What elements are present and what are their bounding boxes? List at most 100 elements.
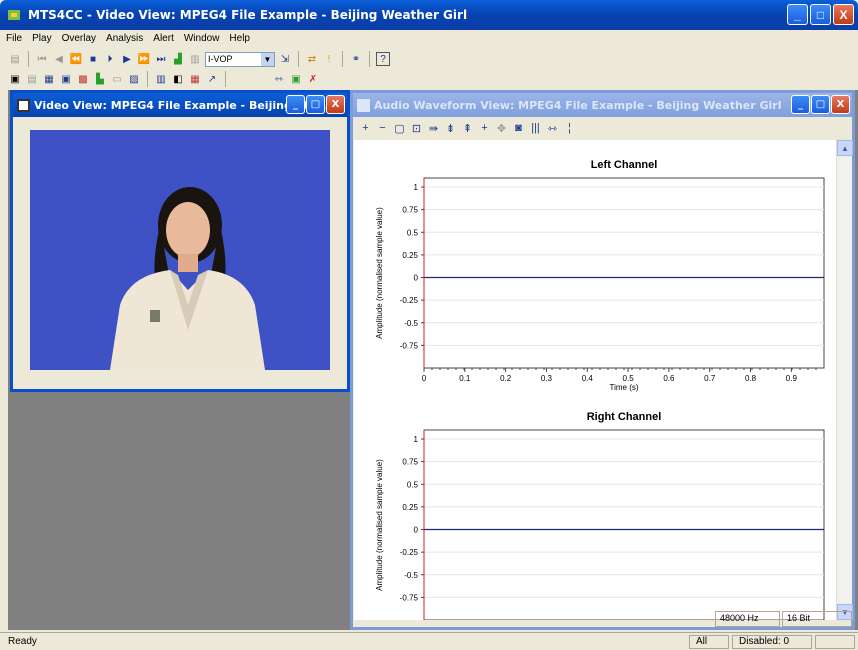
zoom-in-icon[interactable]: + — [359, 122, 372, 134]
video-view-window[interactable]: Video View: MPEG4 File Example - Beijing… — [10, 90, 350, 392]
page-icon[interactable]: ▢ — [393, 122, 406, 135]
crosshair-icon[interactable]: + — [478, 122, 491, 134]
plot-frame — [423, 177, 825, 369]
audio-view-window[interactable]: Audio Waveform View: MPEG4 File Example … — [350, 90, 855, 630]
play-icon[interactable]: ▶ — [120, 52, 134, 66]
forward-icon[interactable]: ⇛ — [427, 122, 440, 135]
audio-maximize-button[interactable]: □ — [811, 95, 830, 114]
menu-overlay[interactable]: Overlay — [62, 33, 96, 44]
range-icon[interactable]: ⇿ — [546, 122, 559, 135]
y-tick-label: -0.75 — [400, 341, 419, 350]
video-close-button[interactable]: X — [326, 95, 345, 114]
menu-play[interactable]: Play — [32, 33, 51, 44]
split-icon[interactable]: ◧ — [171, 72, 185, 86]
menu-file[interactable]: File — [6, 33, 22, 44]
bit-depth: 16 Bit — [782, 611, 852, 627]
audio-close-button[interactable]: X — [831, 95, 850, 114]
link-icon[interactable]: ⚭ — [349, 52, 363, 66]
video-minimize-button[interactable]: _ — [286, 95, 305, 114]
menu-window[interactable]: Window — [184, 33, 220, 44]
audio-toolbar: + − ▢ ⊡ ⇛ ⇟ ⇞ + ✥ ◙ ||| ⇿ ¦ — [353, 117, 852, 139]
maximize-button[interactable]: □ — [810, 4, 831, 25]
video-image — [30, 130, 330, 370]
minimize-button[interactable]: _ — [787, 4, 808, 25]
open-icon[interactable]: ▤ — [8, 52, 22, 66]
chart-right-channel: Right Channel 1 0.75 0.5 0.25 0 -0.25 -0.5 -0.75… — [375, 411, 825, 620]
edit-icon[interactable]: ✗ — [306, 72, 320, 86]
vop-select[interactable]: I-VOP ▼ — [205, 51, 275, 67]
list-view-icon[interactable]: ▤ — [25, 72, 39, 86]
playback-toolbar: ▤ ⏮ ◀ ⏪ ■ ⏵ ▶ ⏩ ⏭ ▟ ▥ I-VOP ▼ ⇲ ⇄ ! ⚭ ? — [0, 48, 858, 70]
video-frame[interactable] — [30, 130, 330, 370]
fit-icon[interactable]: ⊡ — [410, 122, 423, 135]
chart-icon[interactable]: ▟ — [171, 52, 185, 66]
alert-icon[interactable]: ! — [322, 52, 336, 66]
video-maximize-button[interactable]: □ — [306, 95, 325, 114]
rewind-start-icon[interactable]: ⏮ — [35, 52, 49, 66]
y-tick-label: 0.25 — [402, 251, 418, 260]
table-icon[interactable]: ▥ — [154, 72, 168, 86]
skip-end-icon[interactable]: ⏭ — [154, 52, 168, 66]
frame-back-icon[interactable]: ⏪ — [69, 52, 83, 66]
export-icon[interactable]: ▣ — [289, 72, 303, 86]
x-tick-label: 0.5 — [623, 374, 635, 383]
fast-forward-icon[interactable]: ⏩ — [137, 52, 151, 66]
grid-view-icon[interactable]: ▦ — [42, 72, 56, 86]
bars-icon[interactable]: ||| — [529, 122, 542, 134]
y-tick-label: 0 — [414, 526, 419, 535]
video-view-titlebar[interactable]: Video View: MPEG4 File Example - Beijing… — [13, 93, 347, 117]
frame-view-icon[interactable]: ▣ — [59, 72, 73, 86]
magnify-icon[interactable]: ◙ — [512, 122, 525, 134]
find-vop-icon[interactable]: ⇲ — [278, 52, 292, 66]
y-tick-label: 0.25 — [402, 503, 418, 512]
film-icon — [17, 98, 30, 112]
macroblock-icon[interactable]: ▩ — [76, 72, 90, 86]
waveform-area[interactable]: Left Channel 1 0.75 0.5 0.25 0 -0.25 -0.5 -0.75 0… — [354, 140, 840, 620]
bar-chart-icon[interactable]: ▙ — [93, 72, 107, 86]
layer-icon[interactable]: ▭ — [110, 72, 124, 86]
audio-view-titlebar[interactable]: Audio Waveform View: MPEG4 File Example … — [353, 93, 852, 117]
chevron-down-icon: ▼ — [261, 52, 274, 66]
range-icon[interactable]: ⇿ — [272, 72, 286, 86]
audio-statusbar: 48000 Hz 16 Bit — [353, 611, 852, 627]
y-tick-label: -0.5 — [404, 571, 418, 580]
vertical-scrollbar[interactable]: ▲ ▼ — [836, 140, 853, 620]
expand-icon[interactable]: ⇟ — [444, 122, 457, 135]
move-icon[interactable]: ✥ — [495, 122, 508, 135]
refresh-icon[interactable]: ⇄ — [305, 52, 319, 66]
y-tick-label: -0.25 — [400, 548, 419, 557]
plot-frame — [423, 429, 825, 620]
y-tick-label: -0.75 — [400, 593, 419, 602]
status-disabled: Disabled: 0 — [732, 634, 812, 649]
waveform-icon[interactable]: ▨ — [127, 72, 141, 86]
step-forward-icon[interactable]: ⏵ — [103, 52, 117, 66]
menu-alert[interactable]: Alert — [153, 33, 174, 44]
sample-rate: 48000 Hz — [715, 611, 780, 627]
zoom-out-icon[interactable]: − — [376, 122, 389, 134]
stop-icon[interactable]: ■ — [86, 52, 100, 66]
markers-icon[interactable]: ¦ — [563, 122, 576, 134]
scroll-up-icon[interactable]: ▲ — [837, 140, 853, 156]
video-view-icon[interactable]: ▣ — [8, 72, 22, 86]
y-tick-label: 0 — [414, 274, 419, 283]
menu-help[interactable]: Help — [229, 33, 250, 44]
x-tick-label: 0.6 — [663, 374, 675, 383]
x-tick-label: 0.4 — [582, 374, 594, 383]
y-tick-label: 1 — [414, 183, 419, 192]
heatmap-icon[interactable]: ▦ — [188, 72, 202, 86]
status-all: All — [689, 634, 729, 649]
y-tick-label: 0.5 — [407, 480, 419, 489]
x-tick-label: 0.3 — [541, 374, 553, 383]
vop-filter-icon[interactable]: ▥ — [188, 52, 202, 66]
collapse-icon[interactable]: ⇞ — [461, 122, 474, 135]
x-tick-label: 0.1 — [459, 374, 471, 383]
x-tick-label: 0.2 — [500, 374, 512, 383]
help-icon[interactable]: ? — [376, 52, 390, 66]
trend-icon[interactable]: ↗ — [205, 72, 219, 86]
window-title: MTS4CC - Video View: MPEG4 File Example … — [28, 8, 468, 22]
step-back-icon[interactable]: ◀ — [52, 52, 66, 66]
close-button[interactable]: X — [833, 4, 854, 25]
y-axis-label: Amplitude (normalised sample value) — [375, 459, 384, 591]
audio-minimize-button[interactable]: _ — [791, 95, 810, 114]
menu-analysis[interactable]: Analysis — [106, 33, 143, 44]
